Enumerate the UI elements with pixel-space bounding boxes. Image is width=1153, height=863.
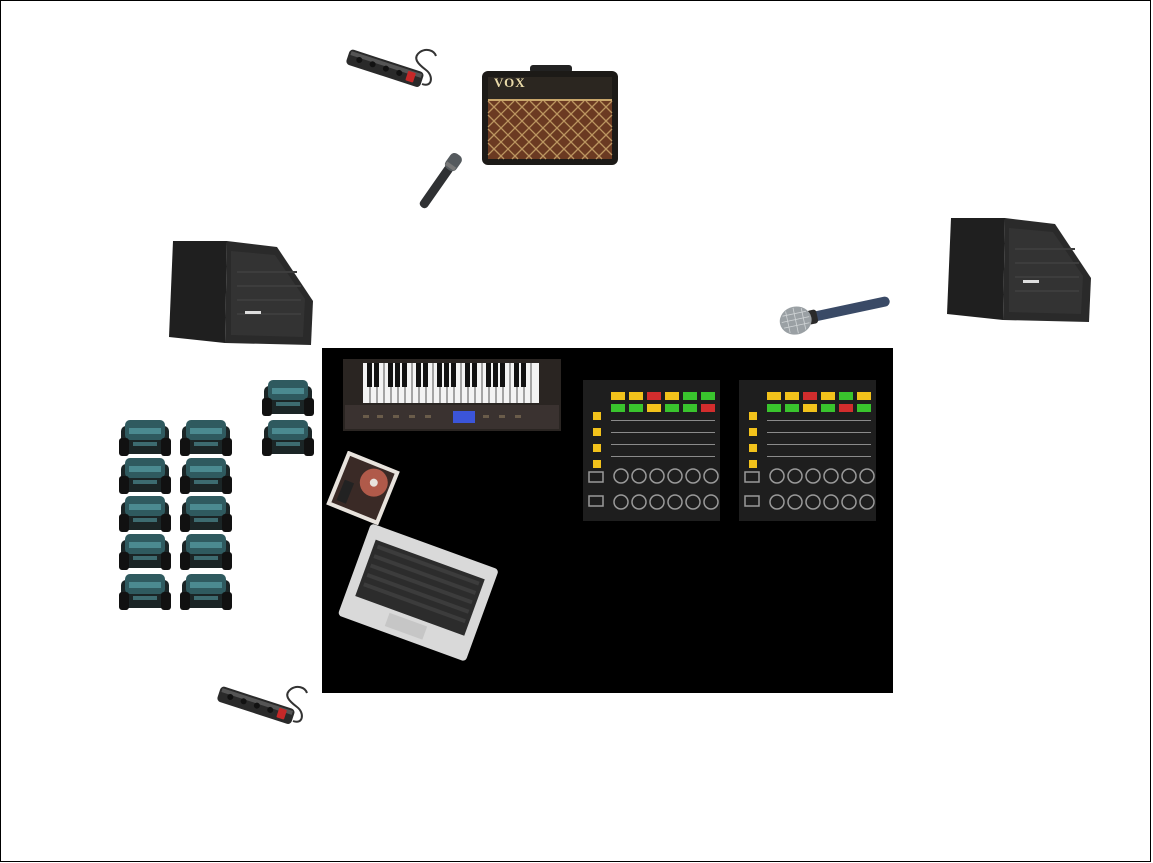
laptop xyxy=(336,523,498,663)
instrument-microphone xyxy=(411,147,473,215)
power-strip-icon xyxy=(346,48,437,87)
power-strip-top xyxy=(344,46,439,96)
guitar-amp: VOX xyxy=(482,65,620,167)
stage-area xyxy=(322,348,893,693)
mixer-icon xyxy=(583,380,720,521)
microphone-icon xyxy=(779,296,890,335)
mixer-right xyxy=(739,380,876,521)
microphone-icon xyxy=(419,152,462,209)
amp-brand-label: VOX xyxy=(494,75,526,90)
keyboard-icon xyxy=(343,359,561,431)
monitor-wedge-left xyxy=(167,241,315,347)
mixer-icon xyxy=(739,380,876,521)
mixer-left xyxy=(583,380,720,521)
stage-monitor-icon xyxy=(169,241,313,345)
power-strip-icon xyxy=(217,685,308,724)
laptop-icon xyxy=(338,524,498,661)
monitor-wedge-right xyxy=(945,218,1093,324)
power-strip-bottom xyxy=(215,683,310,733)
stage-monitor-icon xyxy=(947,218,1091,322)
di-box-icon xyxy=(119,380,314,610)
cd-interface-icon xyxy=(326,451,400,525)
vocal-microphone xyxy=(779,289,893,337)
stage-plot-canvas: VOX xyxy=(0,0,1151,862)
midi-keyboard xyxy=(343,359,561,431)
audio-interface-cd xyxy=(325,451,401,525)
di-box-group xyxy=(119,378,319,616)
